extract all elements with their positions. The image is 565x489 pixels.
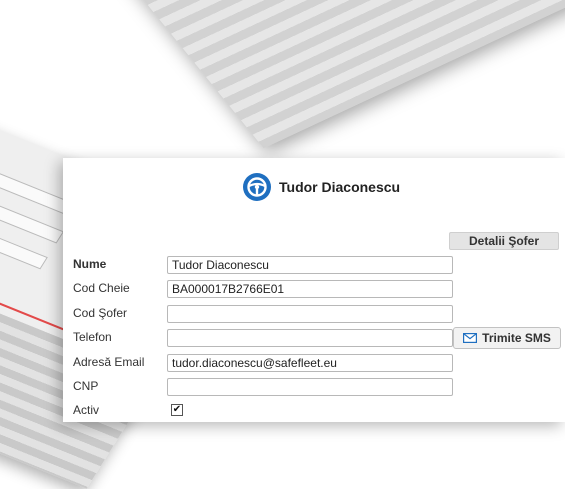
form-row-phone: Telefon <box>63 329 463 347</box>
tab-driver-details[interactable]: Detalii Şofer <box>449 232 559 250</box>
envelope-icon <box>463 333 478 343</box>
send-sms-label: Trimite SMS <box>482 331 551 345</box>
steering-wheel-icon <box>243 173 271 201</box>
phone-field[interactable] <box>167 329 453 347</box>
cnp-label: CNP <box>73 379 99 393</box>
name-field[interactable]: Tudor Diaconescu <box>167 256 453 274</box>
form-row-cnp: CNP <box>63 378 463 396</box>
cnp-field[interactable] <box>167 378 453 396</box>
email-label: Adresă Email <box>73 355 145 369</box>
driver-details-panel: Tudor Diaconescu Detalii Şofer Nume Tudo… <box>63 158 565 422</box>
phone-label: Telefon <box>73 330 112 344</box>
driver-code-field[interactable] <box>167 305 453 323</box>
background-report-screen <box>95 0 565 149</box>
form-row-active: Activ ✔ <box>63 402 463 420</box>
name-label: Nume <box>73 257 107 271</box>
driver-name-title: Tudor Diaconescu <box>279 179 401 195</box>
email-field[interactable]: tudor.diaconescu@safefleet.eu <box>167 354 453 372</box>
active-label: Activ <box>73 403 100 417</box>
form-row-driver-code: Cod Şofer <box>63 305 463 323</box>
active-checkbox[interactable]: ✔ <box>171 404 183 416</box>
key-code-field[interactable]: BA000017B2766E01 <box>167 280 453 298</box>
panel-header: Tudor Diaconescu <box>243 172 400 202</box>
form-row-key-code: Cod Cheie BA000017B2766E01 <box>63 280 463 298</box>
form-row-email: Adresă Email tudor.diaconescu@safefleet.… <box>63 354 463 372</box>
background-table-rows <box>95 0 565 149</box>
key-code-label: Cod Cheie <box>73 281 130 295</box>
form-row-name: Nume Tudor Diaconescu <box>63 256 463 274</box>
send-sms-button[interactable]: Trimite SMS <box>453 327 561 349</box>
driver-code-label: Cod Şofer <box>73 306 128 320</box>
